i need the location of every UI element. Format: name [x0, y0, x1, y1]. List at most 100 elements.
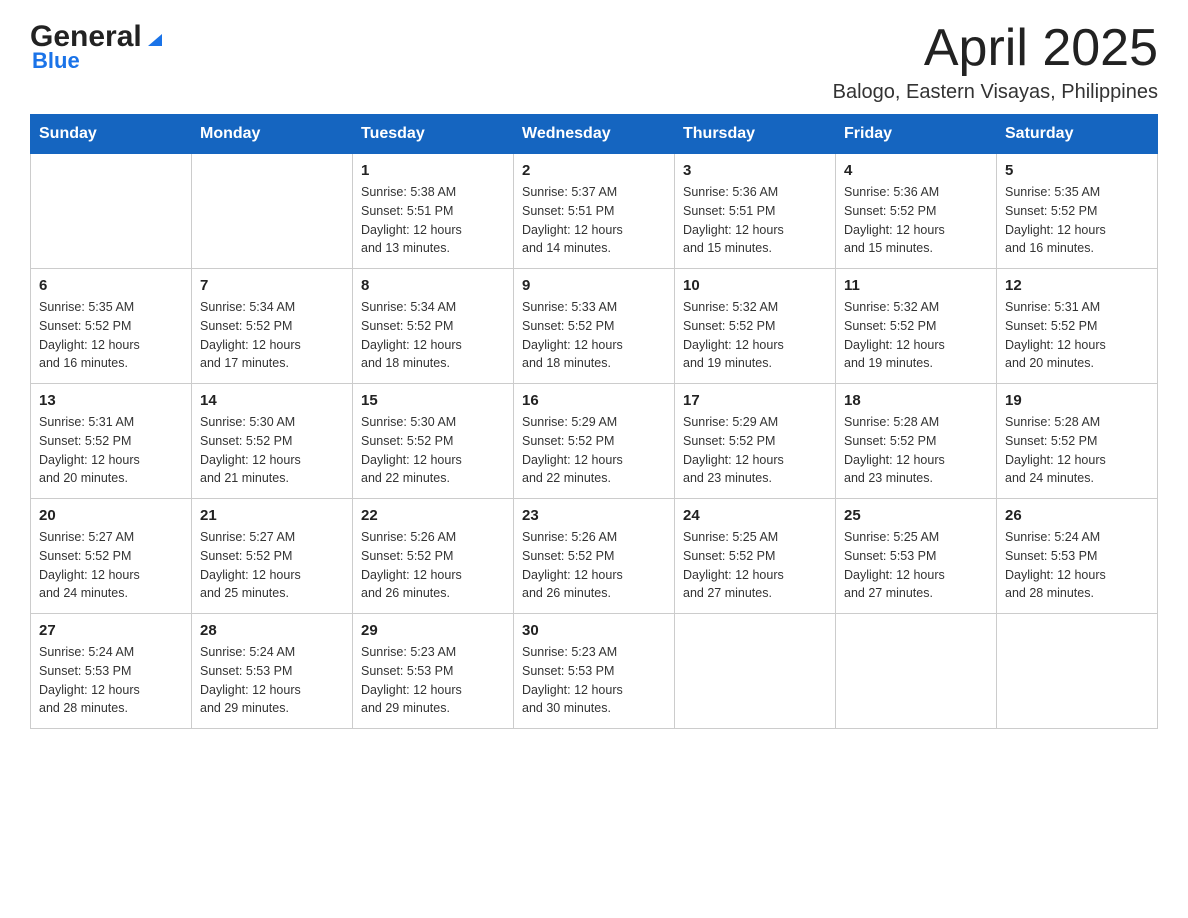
calendar-cell: 10Sunrise: 5:32 AM Sunset: 5:52 PM Dayli…	[675, 269, 836, 384]
day-info: Sunrise: 5:26 AM Sunset: 5:52 PM Dayligh…	[361, 528, 505, 603]
day-number: 5	[1005, 162, 1149, 179]
day-info: Sunrise: 5:24 AM Sunset: 5:53 PM Dayligh…	[39, 643, 183, 718]
day-number: 22	[361, 507, 505, 524]
calendar-cell: 18Sunrise: 5:28 AM Sunset: 5:52 PM Dayli…	[836, 384, 997, 499]
day-info: Sunrise: 5:27 AM Sunset: 5:52 PM Dayligh…	[39, 528, 183, 603]
calendar-cell: 13 Sunrise: 5:31 AM Sunset: 5:52 PM Dayli…	[31, 384, 192, 499]
day-info: Sunrise: 5:25 AM Sunset: 5:52 PM Dayligh…	[683, 528, 827, 603]
calendar-cell: 7 Sunrise: 5:34 AM Sunset: 5:52 PM Daylig…	[192, 269, 353, 384]
logo: General Blue	[30, 20, 166, 74]
day-info: Sunrise: 5:34 AM Sunset: 5:52 PM Dayligh…	[361, 298, 505, 373]
day-number: 25	[844, 507, 988, 524]
day-info: Sunrise: 5:28 AM Sunset: 5:52 PM Dayligh…	[1005, 413, 1149, 488]
day-number: 7	[200, 277, 344, 294]
calendar-cell: 20 Sunrise: 5:27 AM Sunset: 5:52 PM Dayli…	[31, 499, 192, 614]
day-number: 9	[522, 277, 666, 294]
day-of-week-header: Thursday	[675, 115, 836, 154]
calendar-cell: 28 Sunrise: 5:24 AM Sunset: 5:53 PM Dayli…	[192, 614, 353, 729]
day-info: Sunrise: 5:28 AM Sunset: 5:52 PM Dayligh…	[844, 413, 988, 488]
calendar-cell: 12Sunrise: 5:31 AM Sunset: 5:52 PM Dayli…	[997, 269, 1158, 384]
day-number: 28	[200, 622, 344, 639]
calendar-week-row: 13 Sunrise: 5:31 AM Sunset: 5:52 PM Dayli…	[31, 384, 1158, 499]
day-number: 14	[200, 392, 344, 409]
day-number: 3	[683, 162, 827, 179]
day-number: 13	[39, 392, 183, 409]
day-info: Sunrise: 5:24 AM Sunset: 5:53 PM Dayligh…	[200, 643, 344, 718]
calendar-cell: 4Sunrise: 5:36 AM Sunset: 5:52 PM Daylig…	[836, 154, 997, 269]
day-number: 10	[683, 277, 827, 294]
day-of-week-header: Tuesday	[353, 115, 514, 154]
calendar-cell: 11Sunrise: 5:32 AM Sunset: 5:52 PM Dayli…	[836, 269, 997, 384]
day-info: Sunrise: 5:36 AM Sunset: 5:52 PM Dayligh…	[844, 183, 988, 258]
calendar-cell: 17 Sunrise: 5:29 AM Sunset: 5:52 PM Dayli…	[675, 384, 836, 499]
day-number: 30	[522, 622, 666, 639]
day-number: 29	[361, 622, 505, 639]
calendar-cell: 3 Sunrise: 5:36 AM Sunset: 5:51 PM Daylig…	[675, 154, 836, 269]
calendar-title: April 2025	[833, 20, 1158, 77]
day-info: Sunrise: 5:38 AM Sunset: 5:51 PM Dayligh…	[361, 183, 505, 258]
day-number: 21	[200, 507, 344, 524]
day-info: Sunrise: 5:24 AM Sunset: 5:53 PM Dayligh…	[1005, 528, 1149, 603]
day-info: Sunrise: 5:34 AM Sunset: 5:52 PM Dayligh…	[200, 298, 344, 373]
calendar-cell: 25 Sunrise: 5:25 AM Sunset: 5:53 PM Dayli…	[836, 499, 997, 614]
day-number: 8	[361, 277, 505, 294]
day-info: Sunrise: 5:30 AM Sunset: 5:52 PM Dayligh…	[200, 413, 344, 488]
calendar-cell	[836, 614, 997, 729]
day-number: 20	[39, 507, 183, 524]
calendar-cell: 29Sunrise: 5:23 AM Sunset: 5:53 PM Dayli…	[353, 614, 514, 729]
day-info: Sunrise: 5:30 AM Sunset: 5:52 PM Dayligh…	[361, 413, 505, 488]
day-number: 27	[39, 622, 183, 639]
day-number: 15	[361, 392, 505, 409]
calendar-cell: 1Sunrise: 5:38 AM Sunset: 5:51 PM Daylig…	[353, 154, 514, 269]
calendar-cell: 6 Sunrise: 5:35 AM Sunset: 5:52 PM Daylig…	[31, 269, 192, 384]
calendar-week-row: 27 Sunrise: 5:24 AM Sunset: 5:53 PM Dayli…	[31, 614, 1158, 729]
day-info: Sunrise: 5:23 AM Sunset: 5:53 PM Dayligh…	[522, 643, 666, 718]
calendar-cell: 19 Sunrise: 5:28 AM Sunset: 5:52 PM Dayli…	[997, 384, 1158, 499]
day-info: Sunrise: 5:35 AM Sunset: 5:52 PM Dayligh…	[1005, 183, 1149, 258]
day-info: Sunrise: 5:36 AM Sunset: 5:51 PM Dayligh…	[683, 183, 827, 258]
day-info: Sunrise: 5:25 AM Sunset: 5:53 PM Dayligh…	[844, 528, 988, 603]
page-header: General Blue April 2025 Balogo, Eastern …	[30, 20, 1158, 104]
calendar-cell	[997, 614, 1158, 729]
day-number: 16	[522, 392, 666, 409]
calendar-week-row: 6 Sunrise: 5:35 AM Sunset: 5:52 PM Daylig…	[31, 269, 1158, 384]
day-number: 19	[1005, 392, 1149, 409]
calendar-cell	[675, 614, 836, 729]
day-info: Sunrise: 5:33 AM Sunset: 5:52 PM Dayligh…	[522, 298, 666, 373]
day-info: Sunrise: 5:31 AM Sunset: 5:52 PM Dayligh…	[1005, 298, 1149, 373]
calendar-cell: 9 Sunrise: 5:33 AM Sunset: 5:52 PM Daylig…	[514, 269, 675, 384]
title-section: April 2025 Balogo, Eastern Visayas, Phil…	[833, 20, 1158, 104]
day-info: Sunrise: 5:26 AM Sunset: 5:52 PM Dayligh…	[522, 528, 666, 603]
day-number: 23	[522, 507, 666, 524]
calendar-cell: 22 Sunrise: 5:26 AM Sunset: 5:52 PM Dayli…	[353, 499, 514, 614]
day-of-week-header: Saturday	[997, 115, 1158, 154]
day-info: Sunrise: 5:31 AM Sunset: 5:52 PM Dayligh…	[39, 413, 183, 488]
day-info: Sunrise: 5:32 AM Sunset: 5:52 PM Dayligh…	[844, 298, 988, 373]
day-of-week-header: Sunday	[31, 115, 192, 154]
calendar-week-row: 20 Sunrise: 5:27 AM Sunset: 5:52 PM Dayli…	[31, 499, 1158, 614]
calendar-cell	[192, 154, 353, 269]
calendar-cell: 14 Sunrise: 5:30 AM Sunset: 5:52 PM Dayli…	[192, 384, 353, 499]
calendar-cell: 21Sunrise: 5:27 AM Sunset: 5:52 PM Dayli…	[192, 499, 353, 614]
day-of-week-header: Wednesday	[514, 115, 675, 154]
day-number: 2	[522, 162, 666, 179]
day-info: Sunrise: 5:29 AM Sunset: 5:52 PM Dayligh…	[522, 413, 666, 488]
day-info: Sunrise: 5:35 AM Sunset: 5:52 PM Dayligh…	[39, 298, 183, 373]
day-number: 17	[683, 392, 827, 409]
calendar-cell: 5 Sunrise: 5:35 AM Sunset: 5:52 PM Daylig…	[997, 154, 1158, 269]
calendar-cell: 15 Sunrise: 5:30 AM Sunset: 5:52 PM Dayli…	[353, 384, 514, 499]
day-number: 24	[683, 507, 827, 524]
calendar-cell: 23 Sunrise: 5:26 AM Sunset: 5:52 PM Dayli…	[514, 499, 675, 614]
calendar-cell: 27 Sunrise: 5:24 AM Sunset: 5:53 PM Dayli…	[31, 614, 192, 729]
day-info: Sunrise: 5:29 AM Sunset: 5:52 PM Dayligh…	[683, 413, 827, 488]
logo-triangle-icon	[144, 21, 166, 53]
day-of-week-header: Friday	[836, 115, 997, 154]
calendar-cell: 2 Sunrise: 5:37 AM Sunset: 5:51 PM Daylig…	[514, 154, 675, 269]
day-number: 6	[39, 277, 183, 294]
calendar-cell: 8 Sunrise: 5:34 AM Sunset: 5:52 PM Daylig…	[353, 269, 514, 384]
day-info: Sunrise: 5:37 AM Sunset: 5:51 PM Dayligh…	[522, 183, 666, 258]
calendar-cell: 16 Sunrise: 5:29 AM Sunset: 5:52 PM Dayli…	[514, 384, 675, 499]
day-of-week-header: Monday	[192, 115, 353, 154]
calendar-subtitle: Balogo, Eastern Visayas, Philippines	[833, 81, 1158, 104]
day-number: 26	[1005, 507, 1149, 524]
